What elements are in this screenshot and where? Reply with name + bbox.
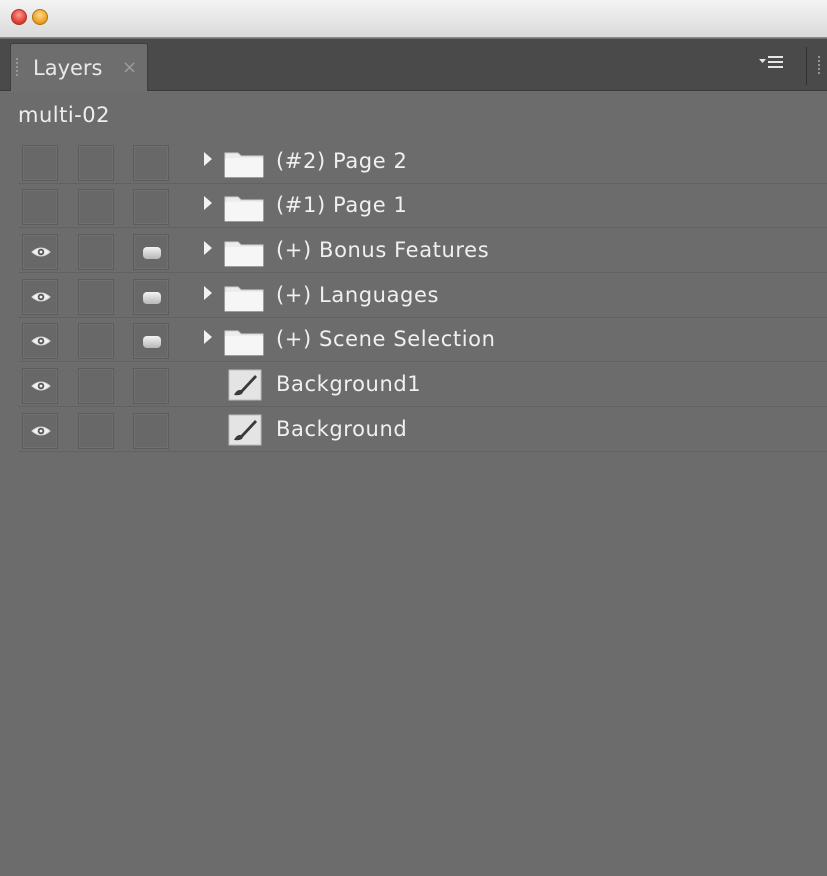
expand-triangle-icon[interactable] — [204, 286, 212, 300]
expand-triangle-icon[interactable] — [204, 241, 212, 255]
layer-name: (#2) Page 2 — [276, 149, 408, 173]
lock-toggle[interactable] — [78, 413, 114, 449]
layers-panel: multi-02 (#2) Page 2 (#1) Page 1 (+) Bonus… — [0, 92, 827, 876]
lock-toggle[interactable] — [78, 234, 114, 270]
state-marker-icon — [143, 292, 161, 304]
eye-icon — [31, 292, 51, 302]
layer-row[interactable]: (+) Scene Selection — [18, 318, 827, 362]
tab-grip-icon[interactable] — [15, 57, 19, 77]
state-toggle[interactable] — [133, 234, 169, 270]
expand-triangle-icon[interactable] — [204, 330, 212, 344]
visibility-toggle[interactable] — [22, 368, 58, 404]
document-name: multi-02 — [18, 103, 110, 127]
layer-row[interactable]: (#1) Page 1 — [18, 184, 827, 228]
visibility-toggle[interactable] — [22, 323, 58, 359]
state-toggle[interactable] — [133, 279, 169, 315]
layer-row[interactable]: (+) Bonus Features — [18, 229, 827, 273]
visibility-toggle[interactable] — [22, 413, 58, 449]
layer-row[interactable]: Background — [18, 408, 827, 452]
visibility-toggle[interactable] — [22, 279, 58, 315]
layer-name: Background1 — [276, 372, 422, 396]
title-bar — [0, 0, 827, 38]
state-toggle[interactable] — [133, 189, 169, 225]
state-marker-icon — [143, 247, 161, 259]
panel-menu-icon[interactable] — [758, 51, 788, 77]
lock-toggle[interactable] — [78, 189, 114, 225]
layer-row[interactable]: (#2) Page 2 — [18, 140, 827, 184]
state-toggle[interactable] — [133, 145, 169, 181]
lock-toggle[interactable] — [78, 368, 114, 404]
eye-icon — [31, 426, 51, 436]
expand-triangle-icon[interactable] — [204, 196, 212, 210]
layer-name: Background — [276, 417, 408, 441]
panel-grip-icon[interactable] — [817, 55, 821, 75]
eye-icon — [31, 336, 51, 346]
lock-toggle[interactable] — [78, 145, 114, 181]
visibility-toggle[interactable] — [22, 189, 58, 225]
eye-icon — [31, 381, 51, 391]
minimize-window-button[interactable] — [32, 9, 48, 25]
layer-name: (+) Scene Selection — [276, 327, 496, 351]
layer-row[interactable]: Background1 — [18, 363, 827, 407]
lock-toggle[interactable] — [78, 323, 114, 359]
state-marker-icon — [143, 336, 161, 348]
layers-window: Layers × multi-02 (#2) Page 2 (#1) Page 1… — [0, 0, 827, 876]
folder-icon — [224, 330, 264, 356]
folder-icon — [224, 286, 264, 312]
layer-name: (#1) Page 1 — [276, 193, 408, 217]
tab-layers-label: Layers — [33, 56, 103, 80]
state-toggle[interactable] — [133, 323, 169, 359]
visibility-toggle[interactable] — [22, 234, 58, 270]
brush-layer-icon — [228, 369, 262, 401]
lock-toggle[interactable] — [78, 279, 114, 315]
panel-tab-bar: Layers × — [0, 39, 827, 91]
tab-layers[interactable]: Layers × — [10, 43, 148, 91]
visibility-toggle[interactable] — [22, 145, 58, 181]
folder-icon — [224, 241, 264, 267]
expand-triangle-icon[interactable] — [204, 152, 212, 166]
close-window-button[interactable] — [11, 9, 27, 25]
folder-icon — [224, 152, 264, 178]
layer-name: (+) Bonus Features — [276, 238, 490, 262]
state-toggle[interactable] — [133, 413, 169, 449]
brush-layer-icon — [228, 414, 262, 446]
tabbar-divider — [806, 47, 807, 85]
tab-close-icon[interactable]: × — [122, 57, 137, 78]
eye-icon — [31, 247, 51, 257]
layer-name: (+) Languages — [276, 283, 440, 307]
folder-icon — [224, 196, 264, 222]
layer-row[interactable]: (+) Languages — [18, 274, 827, 318]
state-toggle[interactable] — [133, 368, 169, 404]
